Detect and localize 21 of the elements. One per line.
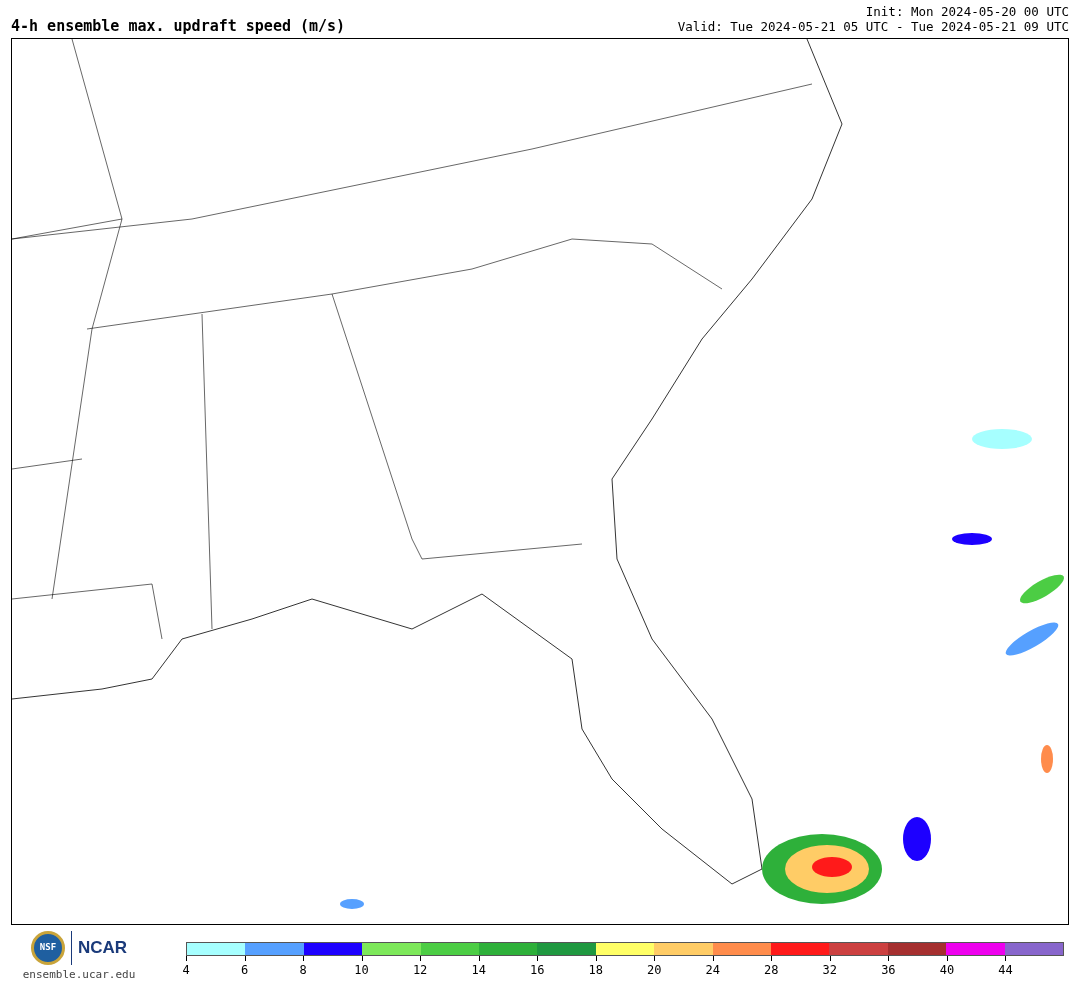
tick-label: 10	[354, 964, 369, 976]
tick-label: 12	[412, 964, 428, 976]
tick-label: 44	[998, 964, 1013, 976]
tick-label: 14	[471, 964, 486, 976]
tick-label: 32	[822, 964, 838, 976]
site-url: ensemble.ucar.edu	[22, 967, 136, 983]
ncar-logo: NCAR	[77, 937, 128, 960]
tick-label: 24	[705, 964, 720, 976]
tick-label: 8	[299, 964, 307, 976]
tick-label: 28	[764, 964, 779, 976]
tick-label: 18	[588, 964, 603, 976]
chart-title: 4-h ensemble max. updraft speed (m/s)	[11, 19, 346, 34]
valid-time: Valid: Tue 2024-05-21 05 UTC - Tue 2024-05-21 09 UTC	[677, 19, 1069, 34]
tick-label: 20	[647, 964, 662, 976]
init-time: Init: Mon 2024-05-20 00 UTC	[865, 4, 1069, 19]
tick-label: 6	[240, 964, 249, 976]
tick-label: 36	[881, 964, 896, 976]
tick-label: 16	[529, 964, 545, 976]
nsf-seal-logo: NSF	[30, 931, 65, 965]
tick-label: 4	[182, 964, 190, 976]
tick-label: 40	[939, 964, 955, 976]
